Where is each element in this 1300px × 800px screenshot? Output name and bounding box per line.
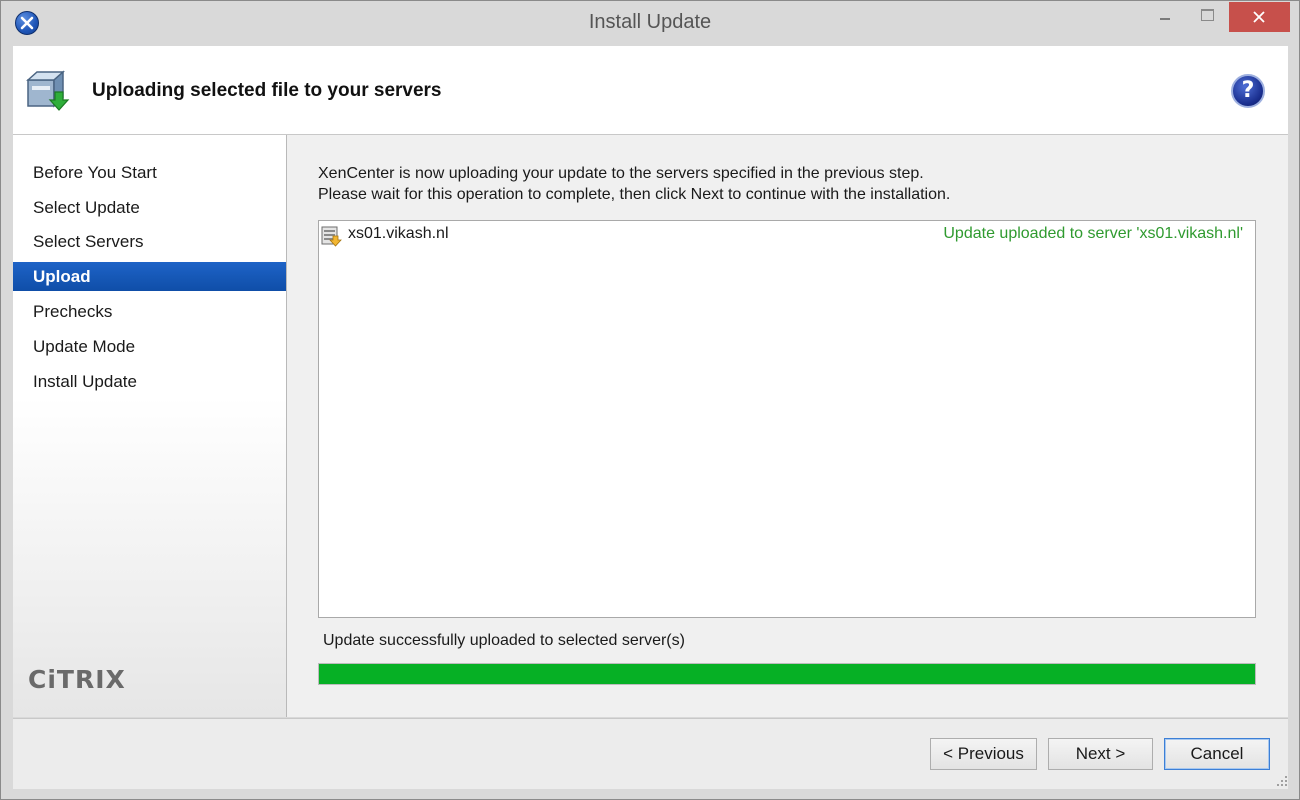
description-line-1: XenCenter is now uploading your update t… <box>318 165 924 182</box>
step-install-update[interactable]: Install Update <box>13 367 286 396</box>
upload-progress-bar <box>318 663 1256 685</box>
server-upload-icon <box>321 226 342 247</box>
help-icon[interactable]: ? <box>1231 74 1265 108</box>
server-status: Update uploaded to server 'xs01.vikash.n… <box>943 225 1243 242</box>
wizard-content: XenCenter is now uploading your update t… <box>287 135 1288 717</box>
cancel-button[interactable]: Cancel <box>1164 738 1270 770</box>
close-button[interactable] <box>1229 2 1290 32</box>
list-item[interactable]: xs01.vikash.nl Update uploaded to server… <box>319 223 1255 247</box>
server-upload-list[interactable]: xs01.vikash.nl Update uploaded to server… <box>318 220 1256 618</box>
window-title: Install Update <box>588 11 712 33</box>
install-update-window: Install Update Uploading selected file t… <box>0 0 1300 800</box>
wizard-steps-sidebar: Before You Start Select Update Select Se… <box>13 135 287 717</box>
citrix-logo: CiTRIX <box>28 665 126 694</box>
step-select-update[interactable]: Select Update <box>13 193 286 222</box>
step-prechecks[interactable]: Prechecks <box>13 297 286 326</box>
step-before-you-start[interactable]: Before You Start <box>13 158 286 187</box>
description-line-2: Please wait for this operation to comple… <box>318 186 951 203</box>
minimize-button[interactable] <box>1140 1 1186 31</box>
package-download-icon <box>26 70 70 111</box>
progress-label: Update successfully uploaded to selected… <box>323 632 685 649</box>
next-button[interactable]: Next > <box>1048 738 1153 770</box>
description-text: XenCenter is now uploading your update t… <box>318 163 950 205</box>
step-update-mode[interactable]: Update Mode <box>13 332 286 361</box>
page-title: Uploading selected file to your servers <box>92 80 442 101</box>
title-bar[interactable]: Install Update <box>1 1 1299 45</box>
resize-grip-icon[interactable] <box>1277 776 1287 786</box>
previous-button[interactable]: < Previous <box>930 738 1037 770</box>
maximize-button[interactable] <box>1186 1 1232 31</box>
wizard-header: Uploading selected file to your servers … <box>13 46 1288 135</box>
close-icon <box>1253 11 1265 23</box>
step-upload[interactable]: Upload <box>13 262 286 291</box>
progress-fill <box>319 664 1255 684</box>
step-select-servers[interactable]: Select Servers <box>13 227 286 256</box>
server-name: xs01.vikash.nl <box>348 225 449 242</box>
wizard-footer: < Previous Next > Cancel <box>13 718 1288 789</box>
